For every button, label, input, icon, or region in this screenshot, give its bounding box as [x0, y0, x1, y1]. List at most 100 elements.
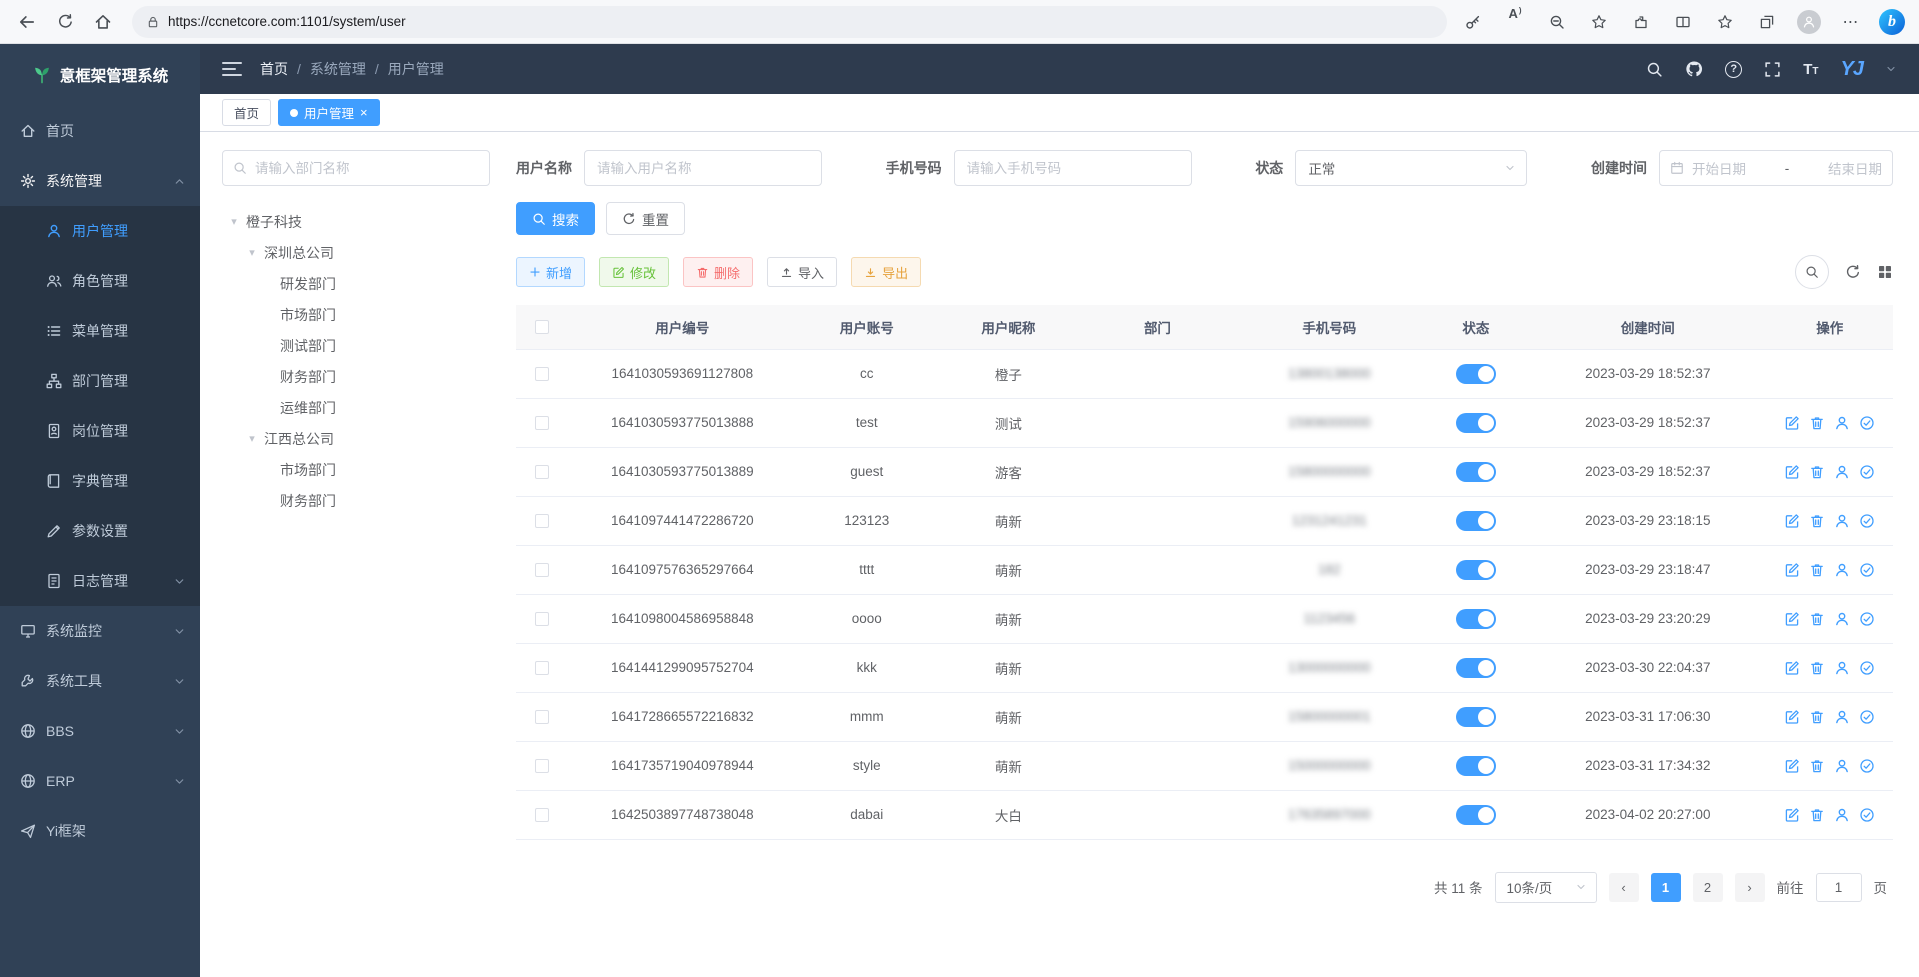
- edit-row-icon[interactable]: [1784, 709, 1800, 725]
- edit-row-icon[interactable]: [1784, 513, 1800, 529]
- edit-row-icon[interactable]: [1784, 758, 1800, 774]
- sidebar-collapse-button[interactable]: [222, 62, 242, 76]
- sidebar-item-post-management[interactable]: 岗位管理: [0, 406, 200, 456]
- prev-page-button[interactable]: ‹: [1609, 873, 1639, 902]
- assign-role-icon[interactable]: [1859, 709, 1875, 725]
- row-checkbox[interactable]: [535, 612, 549, 626]
- sidebar-item-dictionary-management[interactable]: 字典管理: [0, 456, 200, 506]
- select-all-checkbox[interactable]: [535, 320, 549, 334]
- row-checkbox[interactable]: [535, 661, 549, 675]
- reset-button[interactable]: 重置: [606, 202, 685, 235]
- column-settings-button[interactable]: [1877, 264, 1893, 280]
- assign-role-icon[interactable]: [1859, 464, 1875, 480]
- github-icon[interactable]: [1685, 60, 1703, 78]
- tree-node[interactable]: 市场部门: [222, 299, 490, 330]
- reset-password-icon[interactable]: [1834, 415, 1850, 431]
- search-icon[interactable]: [1646, 61, 1663, 78]
- assign-role-icon[interactable]: [1859, 562, 1875, 578]
- export-button[interactable]: 导出: [851, 257, 921, 287]
- tree-node[interactable]: 测试部门: [222, 330, 490, 361]
- tree-node[interactable]: 财务部门: [222, 361, 490, 392]
- caret-down-icon[interactable]: ▾: [246, 432, 258, 445]
- reset-password-icon[interactable]: [1834, 660, 1850, 676]
- delete-row-icon[interactable]: [1809, 758, 1825, 774]
- edit-row-icon[interactable]: [1784, 562, 1800, 578]
- assign-role-icon[interactable]: [1859, 660, 1875, 676]
- sidebar-item-system-monitor[interactable]: 系统监控: [0, 606, 200, 656]
- import-button[interactable]: 导入: [767, 257, 837, 287]
- reset-password-icon[interactable]: [1834, 709, 1850, 725]
- user-logo[interactable]: YJ: [1841, 58, 1863, 81]
- bing-copilot-button[interactable]: b: [1879, 9, 1905, 35]
- goto-page-input[interactable]: [1816, 873, 1862, 902]
- sidebar-item-yi-framework[interactable]: Yi框架: [0, 806, 200, 856]
- row-checkbox[interactable]: [535, 465, 549, 479]
- read-aloud-button[interactable]: A): [1501, 6, 1529, 38]
- tab-home[interactable]: 首页: [222, 99, 271, 126]
- search-button[interactable]: 搜索: [516, 202, 595, 235]
- tree-node[interactable]: ▾深圳总公司: [222, 237, 490, 268]
- sidebar-item-menu-management[interactable]: 菜单管理: [0, 306, 200, 356]
- reset-password-icon[interactable]: [1834, 562, 1850, 578]
- caret-down-icon[interactable]: ▾: [246, 246, 258, 259]
- delete-row-icon[interactable]: [1809, 562, 1825, 578]
- tree-node[interactable]: 研发部门: [222, 268, 490, 299]
- sidebar-item-department-management[interactable]: 部门管理: [0, 356, 200, 406]
- edit-row-icon[interactable]: [1784, 464, 1800, 480]
- sidebar-item-erp[interactable]: ERP: [0, 756, 200, 806]
- assign-role-icon[interactable]: [1859, 611, 1875, 627]
- row-checkbox[interactable]: [535, 808, 549, 822]
- username-input[interactable]: [584, 150, 822, 186]
- close-icon[interactable]: ×: [360, 106, 368, 119]
- assign-role-icon[interactable]: [1859, 513, 1875, 529]
- row-checkbox[interactable]: [535, 514, 549, 528]
- browser-menu-button[interactable]: ⋯: [1837, 6, 1865, 38]
- row-checkbox[interactable]: [535, 710, 549, 724]
- row-checkbox[interactable]: [535, 759, 549, 773]
- delete-row-icon[interactable]: [1809, 611, 1825, 627]
- status-toggle[interactable]: [1456, 756, 1496, 776]
- row-checkbox[interactable]: [535, 367, 549, 381]
- date-range-picker[interactable]: 开始日期 - 结束日期: [1659, 150, 1893, 186]
- delete-row-icon[interactable]: [1809, 660, 1825, 676]
- page-button-2[interactable]: 2: [1693, 873, 1723, 902]
- add-button[interactable]: 新增: [516, 257, 585, 287]
- collections-button[interactable]: [1753, 6, 1781, 38]
- browser-back-button[interactable]: [10, 6, 44, 38]
- font-size-icon[interactable]: TT: [1803, 61, 1818, 78]
- toggle-search-button[interactable]: [1795, 255, 1829, 289]
- status-toggle[interactable]: [1456, 364, 1496, 384]
- sidebar-item-system-management[interactable]: 系统管理: [0, 156, 200, 206]
- assign-role-icon[interactable]: [1859, 807, 1875, 823]
- extensions-button[interactable]: [1627, 6, 1655, 38]
- tab-user-management[interactable]: 用户管理 ×: [278, 99, 380, 126]
- edit-row-icon[interactable]: [1784, 807, 1800, 823]
- breadcrumb-section[interactable]: 系统管理: [310, 59, 366, 79]
- reset-password-icon[interactable]: [1834, 464, 1850, 480]
- status-toggle[interactable]: [1456, 707, 1496, 727]
- reset-password-icon[interactable]: [1834, 611, 1850, 627]
- reset-password-icon[interactable]: [1834, 758, 1850, 774]
- delete-row-icon[interactable]: [1809, 513, 1825, 529]
- refresh-table-button[interactable]: [1845, 264, 1861, 280]
- edit-row-icon[interactable]: [1784, 415, 1800, 431]
- profile-button[interactable]: [1795, 6, 1823, 38]
- url-text[interactable]: https://ccnetcore.com:1101/system/user: [168, 14, 406, 29]
- browser-refresh-button[interactable]: [48, 6, 82, 38]
- breadcrumb-home[interactable]: 首页: [260, 59, 288, 79]
- zoom-out-button[interactable]: [1543, 6, 1571, 38]
- delete-row-icon[interactable]: [1809, 807, 1825, 823]
- status-toggle[interactable]: [1456, 609, 1496, 629]
- reset-password-icon[interactable]: [1834, 807, 1850, 823]
- page-button-1[interactable]: 1: [1651, 873, 1681, 902]
- status-toggle[interactable]: [1456, 462, 1496, 482]
- delete-row-icon[interactable]: [1809, 464, 1825, 480]
- caret-down-icon[interactable]: ▾: [228, 215, 240, 228]
- assign-role-icon[interactable]: [1859, 415, 1875, 431]
- fullscreen-icon[interactable]: [1764, 61, 1781, 78]
- status-toggle[interactable]: [1456, 560, 1496, 580]
- next-page-button[interactable]: ›: [1735, 873, 1765, 902]
- edit-row-icon[interactable]: [1784, 611, 1800, 627]
- sidebar-item-user-management[interactable]: 用户管理: [0, 206, 200, 256]
- help-icon[interactable]: ?: [1725, 61, 1742, 78]
